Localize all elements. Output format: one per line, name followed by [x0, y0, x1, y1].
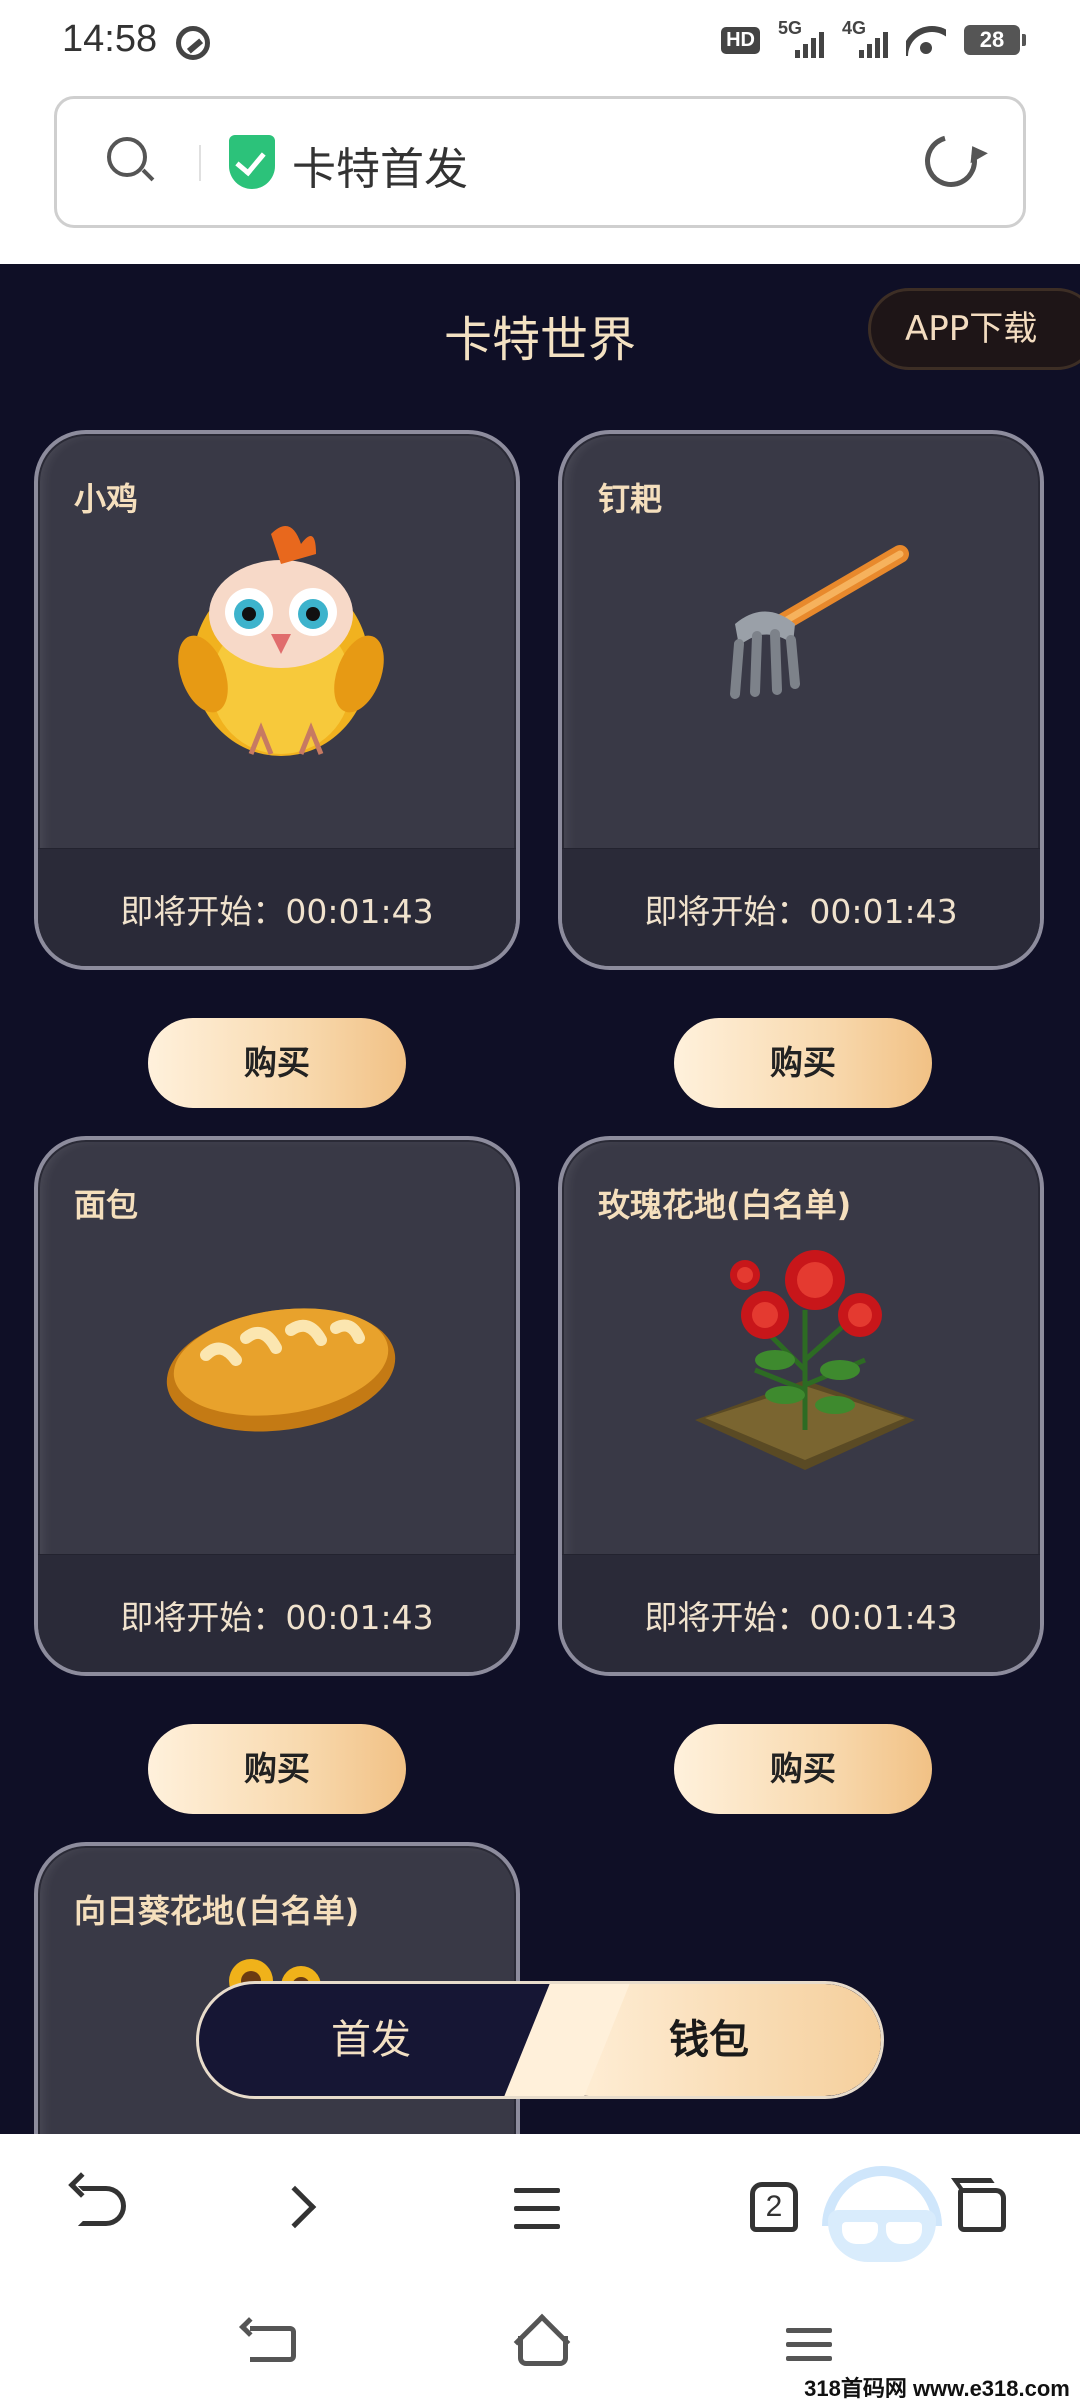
bottom-tab-switch: 首发 钱包: [196, 1981, 884, 2099]
buy-button[interactable]: 购买: [148, 1724, 406, 1814]
back-icon[interactable]: [66, 2172, 136, 2244]
address-title[interactable]: 卡特首发: [292, 133, 468, 197]
buy-button[interactable]: 购买: [148, 1018, 406, 1108]
nav-recents-icon[interactable]: [786, 2324, 836, 2368]
battery-icon: 28: [964, 25, 1026, 55]
buy-button[interactable]: 购买: [674, 1018, 932, 1108]
status-bar: 14:58 HD 5G 4G 28: [0, 0, 1080, 90]
rose-field-icon: [695, 1250, 915, 1470]
nav-home-icon[interactable]: [512, 2313, 574, 2371]
incognito-mask-icon[interactable]: [822, 2166, 942, 2276]
countdown-text: 即将开始：00:01:43: [644, 892, 958, 931]
product-name: 小鸡: [74, 480, 139, 518]
chick-icon: [178, 526, 384, 756]
status-indicators: HD 5G 4G 28: [721, 18, 1026, 58]
app-download-button[interactable]: APP下载: [868, 288, 1080, 370]
signal-5g-icon: 5G: [778, 18, 824, 58]
reload-icon[interactable]: [915, 125, 987, 197]
hd-icon: HD: [721, 26, 760, 54]
card-footer: 即将开始：00:01:43: [562, 848, 1040, 966]
product-name: 钉耙: [598, 480, 663, 518]
search-icon[interactable]: [107, 137, 155, 183]
card-footer: 即将开始：00:01:43: [38, 848, 516, 966]
tabs-icon[interactable]: 2: [740, 2174, 810, 2244]
sync-icon: [176, 26, 210, 60]
shield-check-icon: [229, 135, 275, 189]
system-navigation: 318首码网 www.e318.com: [0, 2284, 1080, 2408]
watermark: 318首码网 www.e318.com: [794, 2370, 1080, 2408]
wifi-icon: [906, 24, 946, 56]
browser-toolbar: 2: [0, 2134, 1080, 2284]
product-card[interactable]: 钉耙 即将开始：00:01:43: [558, 430, 1044, 970]
bread-icon: [166, 1308, 396, 1432]
tab-wallet[interactable]: 钱包: [537, 1984, 881, 2096]
countdown-text: 即将开始：00:01:43: [120, 892, 434, 931]
nav-back-icon[interactable]: [239, 2317, 300, 2370]
web-content: 卡特世界 APP下载 小鸡 即将开始：00:01:43 购买 钉耙 即将开始：0…: [0, 264, 1080, 2134]
buy-button[interactable]: 购买: [674, 1724, 932, 1814]
forward-icon[interactable]: [266, 2174, 336, 2244]
card-footer: 即将开始：00:01:43: [38, 1554, 516, 1672]
rake-icon: [730, 545, 909, 699]
address-bar[interactable]: 卡特首发: [54, 96, 1026, 228]
countdown-text: 即将开始：00:01:43: [120, 1598, 434, 1637]
tab-count: 2: [750, 2182, 798, 2232]
signal-4g-icon: 4G: [842, 18, 888, 58]
home-icon[interactable]: [948, 2174, 1018, 2244]
card-footer: 即将开始：00:01:43: [562, 1554, 1040, 1672]
product-name: 面包: [74, 1186, 139, 1224]
menu-icon[interactable]: [504, 2174, 574, 2244]
status-time: 14:58: [62, 18, 158, 60]
product-card[interactable]: 面包 即将开始：00:01:43: [34, 1136, 520, 1676]
product-card[interactable]: 玫瑰花地(白名单) 即将开始：00:01:43: [558, 1136, 1044, 1676]
countdown-text: 即将开始：00:01:43: [644, 1598, 958, 1637]
tab-first-release[interactable]: 首发: [199, 1984, 543, 2096]
address-divider: [199, 145, 201, 181]
product-card[interactable]: 小鸡 即将开始：00:01:43: [34, 430, 520, 970]
